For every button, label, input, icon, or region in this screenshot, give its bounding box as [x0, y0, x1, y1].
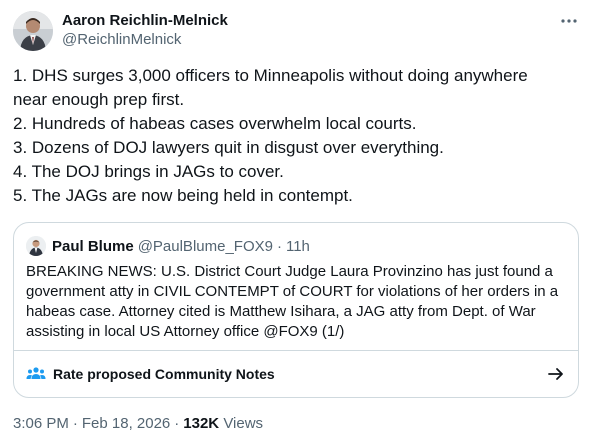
- author-display-name[interactable]: Aaron Reichlin-Melnick: [62, 11, 228, 30]
- arrow-right-icon: [546, 364, 566, 384]
- author-avatar[interactable]: [13, 11, 53, 51]
- tweet-meta: 3:06 PM · Feb 18, 2026 · 132K Views: [13, 414, 263, 434]
- separator-dot: ·: [276, 237, 282, 255]
- more-dots-icon[interactable]: [558, 10, 580, 32]
- tweet-line: 5. The JAGs are now being held in contem…: [13, 185, 353, 205]
- quoted-author-name[interactable]: Paul Blume: [52, 238, 134, 255]
- quoted-line: government atty in CIVIL CONTEMPT of COU…: [26, 283, 559, 300]
- quoted-tweet[interactable]: Paul Blume @PaulBlume_FOX9 · 11h BREAKIN…: [13, 222, 579, 398]
- people-icon: [26, 366, 46, 382]
- views-label: Views: [223, 415, 264, 432]
- tweet-header: Aaron Reichlin-Melnick @ReichlinMelnick: [13, 10, 580, 52]
- quoted-tweet-header: Paul Blume @PaulBlume_FOX9 · 11h: [26, 235, 310, 257]
- tweet-text: 1. DHS surges 3,000 officers to Minneapo…: [13, 64, 580, 207]
- quoted-line: habeas case. Attorney cited is Matthew I…: [26, 303, 536, 320]
- separator-dot: ·: [174, 415, 180, 432]
- quoted-author-handle[interactable]: @PaulBlume_FOX9: [138, 238, 273, 255]
- quoted-line: assisting in local US Attorney office @F…: [26, 323, 345, 340]
- tweet-line: 4. The DOJ brings in JAGs to cover.: [13, 161, 284, 181]
- tweet-line: 1. DHS surges 3,000 officers to Minneapo…: [13, 66, 528, 85]
- community-notes-label: Rate proposed Community Notes: [53, 366, 275, 382]
- quoted-tweet-text: BREAKING NEWS: U.S. District Court Judge…: [26, 262, 571, 342]
- tweet-date[interactable]: Feb 18, 2026: [82, 415, 170, 432]
- author-handle[interactable]: @ReichlinMelnick: [62, 30, 228, 50]
- separator-dot: ·: [72, 415, 78, 432]
- tweet-line: 3. Dozens of DOJ lawyers quit in disgust…: [13, 137, 444, 157]
- tweet-line: 2. Hundreds of habeas cases overwhelm lo…: [13, 113, 417, 133]
- views-count: 132K: [183, 415, 220, 432]
- quoted-line: BREAKING NEWS: U.S. District Court Judge…: [26, 263, 553, 280]
- quoted-author-avatar[interactable]: [26, 236, 46, 256]
- rate-community-notes-button[interactable]: Rate proposed Community Notes: [14, 350, 578, 397]
- tweet-line: near enough prep first.: [13, 89, 185, 109]
- quoted-timestamp[interactable]: 11h: [286, 238, 310, 255]
- tweet-time[interactable]: 3:06 PM: [13, 415, 69, 432]
